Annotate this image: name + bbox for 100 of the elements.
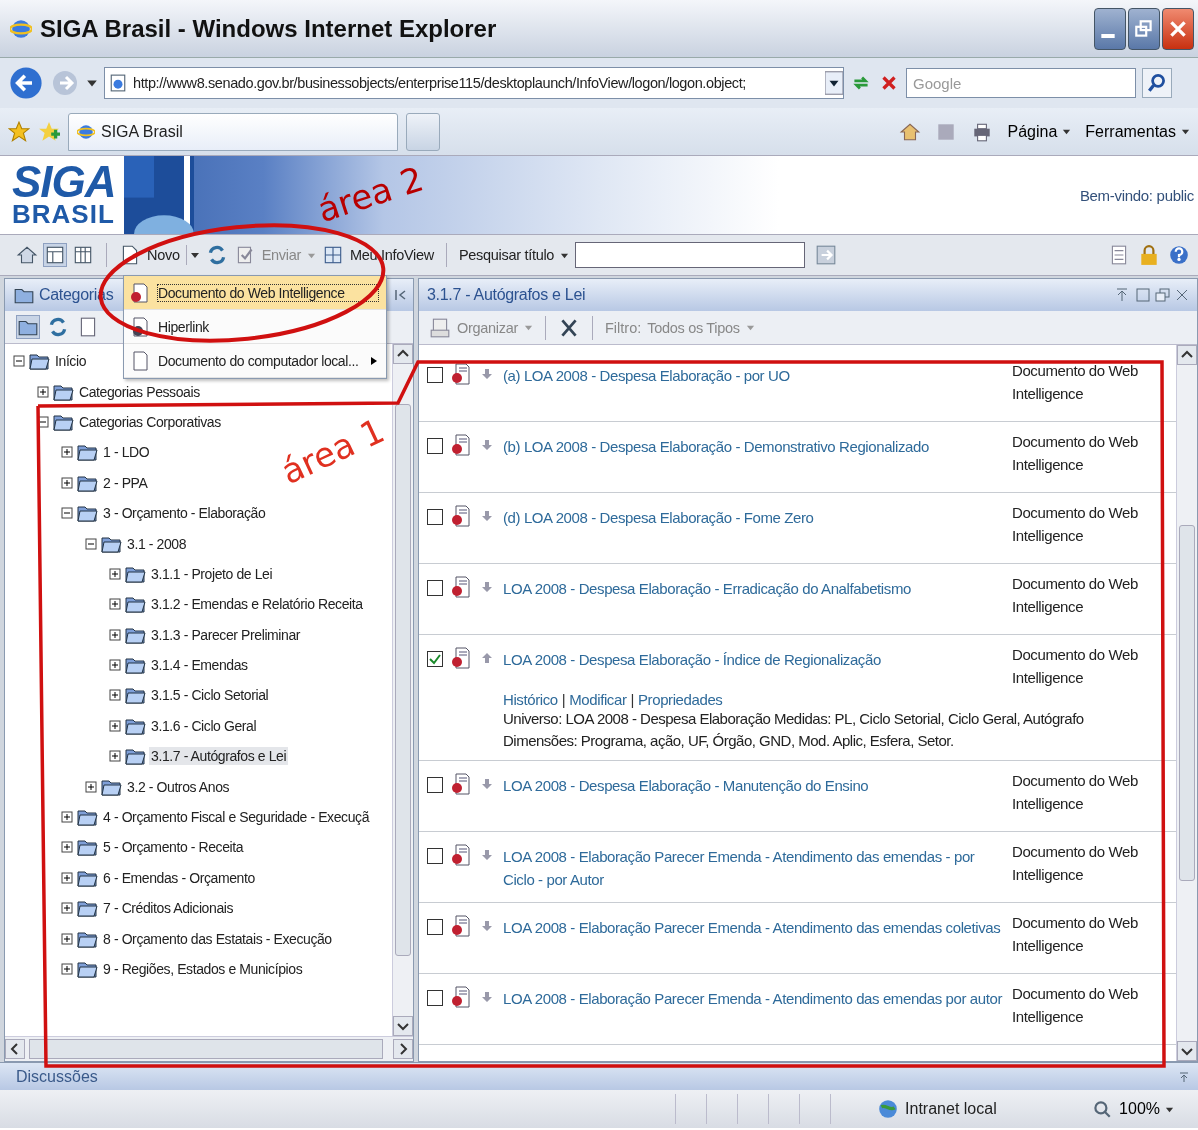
expander-icon[interactable] [109,567,121,580]
lock-icon[interactable] [1138,244,1160,266]
checkbox[interactable] [427,438,443,454]
arrow-icon[interactable] [481,919,493,933]
tree-item[interactable]: 3.1.1 - Projeto de Lei [149,564,275,583]
menu-item[interactable]: Documento do Web Intelligence [124,276,386,310]
tree-item[interactable]: 5 - Orçamento - Receita [101,838,246,857]
layout-icon[interactable] [44,244,66,266]
document-link[interactable]: LOA 2008 - Elaboração Parecer Emenda - Atendimento das emendas coletivas [503,911,1004,939]
expander-icon[interactable] [109,628,121,641]
checkbox[interactable] [427,651,443,667]
tree-item[interactable]: Início [53,352,89,371]
arrow-icon[interactable] [481,580,493,594]
action-link[interactable]: Histórico [503,691,558,708]
command-menu[interactable]: Página [1007,122,1072,141]
scroll-down-icon[interactable] [1177,1041,1197,1061]
arrow-icon[interactable] [481,367,493,381]
checkbox[interactable] [427,580,443,596]
expander-icon[interactable] [109,659,121,672]
checkbox[interactable] [427,777,443,793]
arrow-icon[interactable] [481,990,493,1004]
collapse-icon[interactable] [393,288,407,302]
pin-icon[interactable] [1178,1070,1190,1083]
add-favorite-icon[interactable] [38,120,60,143]
checkbox[interactable] [427,509,443,525]
expander-icon[interactable] [109,598,121,611]
tree-item[interactable]: 8 - Orçamento das Estatais - Execução [101,929,334,948]
action-link[interactable]: Propriedades [638,691,723,708]
caret-icon[interactable] [185,245,200,265]
expander-icon[interactable] [85,537,97,550]
expander-icon[interactable] [109,719,121,732]
dropdown-icon[interactable] [825,69,843,97]
document-link[interactable]: (a) LOA 2008 - Despesa Elaboração - por UO [503,359,1004,387]
action-link[interactable]: Modificar [569,691,627,708]
document-link[interactable]: (b) LOA 2008 - Despesa Elaboração - Demonstrativo Regionalizado [503,430,1004,458]
scroll-left-icon[interactable] [5,1039,25,1059]
search-field[interactable] [575,242,806,268]
tree-item[interactable]: 2 - PPA [101,473,150,492]
search-title-menu[interactable]: Pesquisar título [458,247,570,263]
expander-icon[interactable] [61,811,73,824]
restore-button[interactable] [1128,7,1160,50]
tree-item[interactable]: Categorias Corporativas [77,412,223,431]
help-icon[interactable] [1168,244,1190,266]
address-field[interactable]: http://www8.senado.gov.br/businessobjects/enterprise115/desktoplaunch/InfoView/logon/logon.object; [104,67,844,99]
tree-item[interactable]: 3.1.6 - Ciclo Geral [149,716,259,735]
expander-icon[interactable] [61,871,73,884]
tree-item[interactable]: Categorias Pessoais [77,382,202,401]
expander-icon[interactable] [61,476,73,489]
arrow-icon[interactable] [481,509,493,523]
arrow-icon[interactable] [481,438,493,452]
scroll-right-icon[interactable] [393,1039,413,1059]
scrollbar[interactable] [5,1036,413,1061]
checkbox[interactable] [427,367,443,383]
tree-item[interactable]: 4 - Orçamento Fiscal e Seguridade - Execuçã [101,808,372,827]
browser-tab[interactable]: SIGA Brasil [68,112,398,151]
tree-item[interactable]: 3.1.4 - Emendas [149,656,250,675]
close-button[interactable] [1162,7,1194,50]
star-icon[interactable] [8,120,30,143]
tree-item[interactable]: 1 - LDO [101,443,152,462]
back-button[interactable] [8,65,44,101]
document-link[interactable]: LOA 2008 - Elaboração Parecer Emenda - Atendimento das emendas - por Ciclo - por Autor [503,840,1004,891]
expander-icon[interactable] [13,355,25,368]
tree-item[interactable]: 3.1.7 - Autógrafos e Lei [149,747,289,766]
checkbox[interactable] [427,848,443,864]
arrow-icon[interactable] [481,777,493,791]
expander-icon[interactable] [61,963,73,975]
tree-item[interactable]: 3.1 - 2008 [125,534,189,553]
document-link[interactable]: LOA 2008 - Despesa Elaboração - Erradicação do Analfabetismo [503,572,1004,600]
expander-icon[interactable] [37,385,49,398]
expander-icon[interactable] [61,902,73,915]
go-icon[interactable] [815,244,838,266]
expander-icon[interactable] [61,446,73,459]
table-icon[interactable] [72,244,94,266]
tree-item[interactable]: 3.1.5 - Ciclo Setorial [149,686,271,705]
document-link[interactable]: (d) LOA 2008 - Despesa Elaboração - Fome Zero [503,501,1004,529]
tree-item[interactable]: 3.1.3 - Parecer Preliminar [149,625,303,644]
tree-item[interactable]: 7 - Créditos Adicionais [101,899,236,918]
search-button[interactable] [1142,68,1172,98]
expander-icon[interactable] [109,750,121,763]
expander-icon[interactable] [109,689,121,702]
document-link[interactable]: LOA 2008 - Despesa Elaboração - Índice de Regionalização [503,643,1004,671]
scroll-up-icon[interactable] [1177,345,1197,365]
tree-item[interactable]: 6 - Emendas - Orçamento [101,868,257,887]
tree-item[interactable]: 3.1.2 - Emendas e Relatório Receita [149,595,365,614]
scroll-down-icon[interactable] [393,1016,413,1036]
checkbox[interactable] [427,919,443,935]
tree-item[interactable]: 3 - Orçamento - Elaboração [101,504,268,523]
expander-icon[interactable] [61,932,73,945]
home-icon[interactable] [16,244,38,266]
new-button[interactable]: Novo [119,244,180,266]
tree-item[interactable]: 9 - Regiões, Estados e Municípios [101,960,305,978]
scroll-up-icon[interactable] [393,344,413,364]
zoom-level[interactable]: 100% [1119,1100,1174,1118]
arrow-icon[interactable] [481,848,493,862]
checkbox[interactable] [427,990,443,1006]
document-link[interactable]: LOA 2008 - Elaboração Parecer Emenda - Atendimento das emendas por autor [503,982,1004,1010]
expander-icon[interactable] [61,507,73,520]
command-menu[interactable]: Ferramentas [1085,122,1190,141]
expander-icon[interactable] [37,415,49,428]
tree-item[interactable]: 3.2 - Outros Anos [125,777,232,796]
